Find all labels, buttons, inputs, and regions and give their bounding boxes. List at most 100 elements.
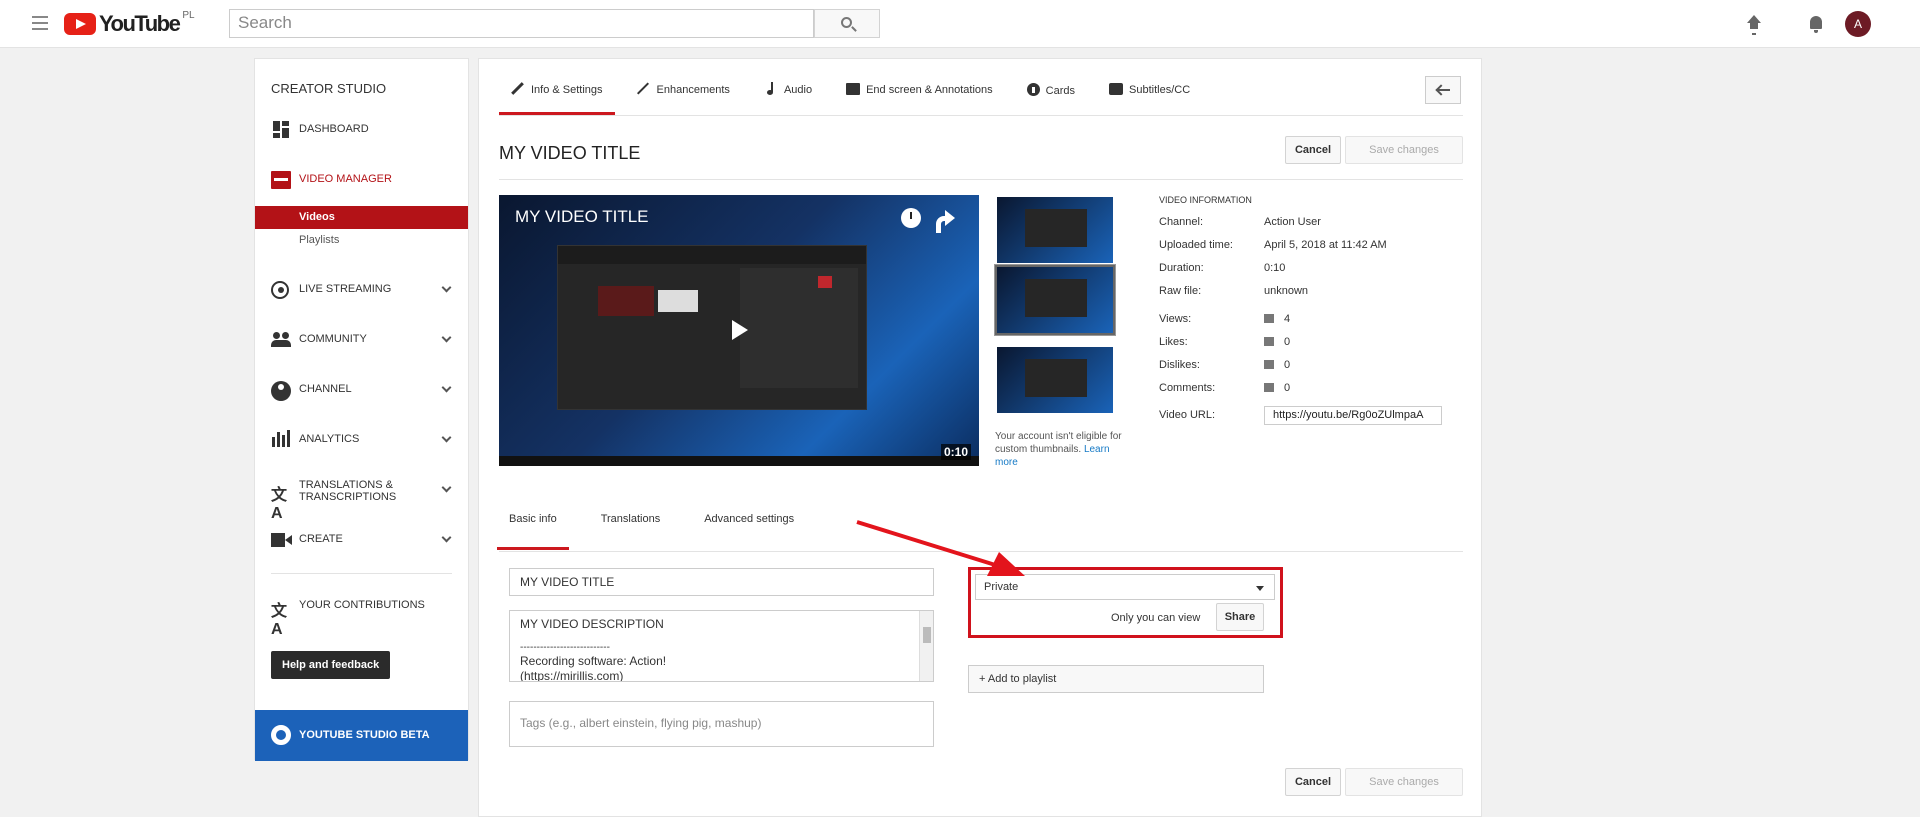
video-frame-screenshot — [557, 245, 867, 410]
tab-end-screen[interactable]: End screen & Annotations — [834, 59, 1005, 115]
tab-label: Audio — [783, 84, 813, 96]
sidebar-item-label: YOUR CONTRIBUTIONS — [299, 599, 425, 611]
notifications-bell-icon[interactable] — [1804, 12, 1828, 36]
video-url-field[interactable]: https://youtu.be/Rg0oZUlmpaA — [1264, 406, 1442, 425]
sidebar-item-community[interactable]: COMMUNITY — [255, 321, 468, 357]
upload-icon[interactable] — [1742, 12, 1766, 36]
contributions-icon: 文A — [271, 603, 288, 638]
dropdown-caret-icon — [1256, 586, 1264, 591]
save-changes-button[interactable]: Save changes — [1345, 136, 1463, 164]
tabs-divider — [499, 115, 1463, 116]
comments-count: 0 — [1284, 382, 1291, 394]
likes-count: 0 — [1284, 336, 1291, 348]
tab-label: Subtitles/CC — [1129, 84, 1191, 96]
cancel-button[interactable]: Cancel — [1285, 136, 1341, 164]
description-line: --------------------------- — [520, 641, 610, 653]
tab-translations[interactable]: Translations — [589, 506, 673, 550]
live-streaming-icon — [271, 281, 289, 299]
chevron-down-icon[interactable] — [441, 482, 452, 493]
sidebar-item-live-streaming[interactable]: LIVE STREAMING — [255, 271, 468, 307]
help-feedback-button[interactable]: Help and feedback — [271, 651, 391, 679]
tab-label: Enhancements — [656, 84, 730, 96]
thumbnail-option[interactable] — [995, 345, 1115, 415]
cancel-button-bottom[interactable]: Cancel — [1285, 768, 1341, 796]
description-scrollbar[interactable] — [919, 611, 933, 681]
share-arrow-icon[interactable] — [935, 210, 955, 233]
video-edit-panel: Info & Settings Enhancements Audio End s… — [478, 58, 1482, 817]
uploaded-value: April 5, 2018 at 11:42 AM — [1264, 239, 1387, 251]
music-note-icon — [764, 82, 778, 95]
video-duration-badge: 0:10 — [940, 444, 971, 460]
description-field[interactable]: MY VIDEO DESCRIPTION -------------------… — [509, 610, 934, 682]
tab-subtitles[interactable]: Subtitles/CC — [1097, 59, 1202, 115]
video-info-heading: VIDEO INFORMATION — [1159, 195, 1252, 205]
watch-later-clock-icon[interactable] — [901, 208, 921, 228]
views-label: Views: — [1159, 313, 1192, 325]
thumbnail-option[interactable] — [995, 195, 1115, 265]
channel-value: Action User — [1264, 216, 1321, 228]
sidebar-item-label: CREATE — [299, 533, 343, 545]
page-title: MY VIDEO TITLE — [499, 143, 641, 163]
chevron-down-icon[interactable] — [441, 332, 452, 343]
description-line: Recording software: Action! — [520, 653, 667, 668]
video-information: VIDEO INFORMATION Channel: Action User Up… — [1159, 195, 1459, 432]
sidebar-subitem-playlists[interactable]: Playlists — [255, 229, 468, 252]
raw-file-value: unknown — [1264, 285, 1309, 297]
description-line: (https://mirillis.com) — [520, 669, 624, 682]
windows-taskbar — [499, 456, 979, 466]
likes-label: Likes: — [1159, 336, 1188, 348]
back-button[interactable] — [1425, 76, 1461, 104]
chevron-down-icon[interactable] — [441, 282, 452, 293]
edit-tabs: Info & Settings Enhancements Audio End s… — [499, 59, 1212, 115]
sidebar-item-create[interactable]: CREATE — [255, 521, 468, 557]
thumbs-up-icon — [1264, 337, 1274, 346]
tab-info-settings[interactable]: Info & Settings — [499, 59, 615, 115]
tab-basic-info[interactable]: Basic info — [497, 506, 569, 550]
bar-chart-icon — [1264, 314, 1274, 323]
basic-info-tabs: Basic info Translations Advanced setting… — [497, 506, 826, 550]
play-icon[interactable] — [732, 320, 748, 340]
creator-studio-title: CREATOR STUDIO — [271, 81, 387, 96]
chevron-down-icon[interactable] — [441, 532, 452, 543]
search-button[interactable] — [814, 9, 880, 38]
sidebar-item-channel[interactable]: CHANNEL — [255, 371, 468, 407]
description-line: MY VIDEO DESCRIPTION — [520, 617, 664, 631]
beta-label: YOUTUBE STUDIO BETA — [299, 729, 430, 741]
menu-icon[interactable] — [32, 16, 48, 30]
chevron-down-icon[interactable] — [441, 432, 452, 443]
privacy-note: Only you can view — [1111, 612, 1201, 624]
sidebar-item-video-manager[interactable]: VIDEO MANAGER — [255, 161, 468, 197]
search-input[interactable]: Search — [229, 9, 814, 38]
thumbs-down-icon — [1264, 360, 1274, 369]
add-to-playlist-button[interactable]: + Add to playlist — [968, 665, 1264, 693]
avatar[interactable]: A — [1845, 11, 1871, 37]
chevron-down-icon[interactable] — [441, 382, 452, 393]
end-screen-icon — [846, 83, 861, 95]
masthead: YouTube PL Search A — [0, 0, 1920, 48]
likes-value: 0 — [1264, 336, 1290, 348]
gear-icon — [271, 725, 291, 745]
sidebar-item-dashboard[interactable]: DASHBOARD — [255, 111, 468, 147]
tab-label: Info & Settings — [531, 84, 603, 96]
tab-audio[interactable]: Audio — [752, 59, 824, 115]
tab-label: End screen & Annotations — [866, 84, 993, 96]
logo-text: YouTube — [99, 11, 181, 36]
tab-cards[interactable]: Cards — [1015, 59, 1087, 115]
tags-input[interactable]: Tags (e.g., albert einstein, flying pig,… — [509, 701, 934, 747]
youtube-logo[interactable]: YouTube PL — [64, 10, 195, 36]
tab-enhancements[interactable]: Enhancements — [625, 59, 742, 115]
share-button[interactable]: Share — [1216, 603, 1264, 631]
thumbnail-option-selected[interactable] — [994, 264, 1116, 336]
sidebar-item-analytics[interactable]: ANALYTICS — [255, 421, 468, 457]
channel-icon — [271, 381, 291, 401]
views-value: 4 — [1264, 313, 1290, 325]
video-manager-icon — [271, 171, 291, 189]
youtube-studio-beta-button[interactable]: YOUTUBE STUDIO BETA — [255, 710, 468, 761]
create-video-camera-icon — [271, 533, 292, 547]
save-changes-button-bottom[interactable]: Save changes — [1345, 768, 1463, 796]
video-player[interactable]: MY VIDEO TITLE 0:10 — [499, 195, 979, 466]
tab-advanced-settings[interactable]: Advanced settings — [692, 506, 806, 550]
sidebar-item-translations[interactable]: 文A TRANSLATIONS & TRANSCRIPTIONS — [255, 469, 468, 522]
sidebar-subitem-videos[interactable]: Videos — [255, 206, 468, 229]
sidebar-item-contributions[interactable]: 文A YOUR CONTRIBUTIONS — [255, 587, 468, 638]
